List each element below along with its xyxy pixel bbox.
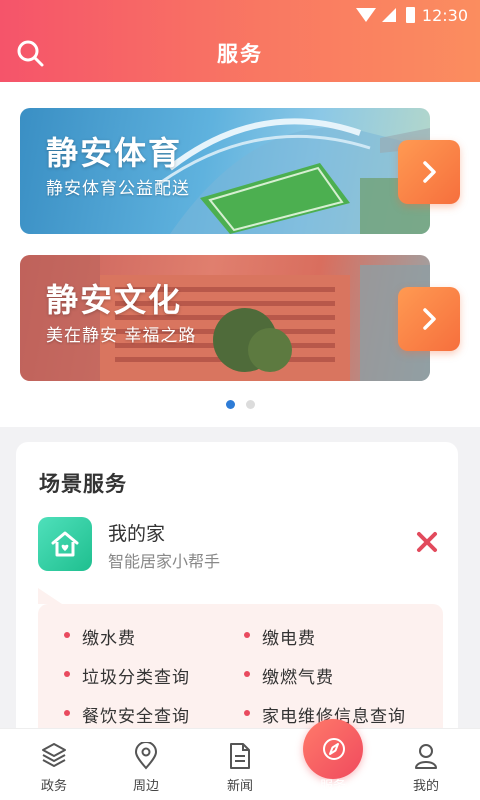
chevron-right-icon	[423, 161, 436, 183]
bullet-icon	[64, 710, 70, 716]
house-icon	[51, 531, 79, 557]
carousel-dot[interactable]	[246, 400, 255, 409]
bullet-icon	[64, 671, 70, 677]
banner-sport-subtitle: 静安体育公益配送	[46, 179, 190, 199]
banner-sport[interactable]: 静安体育 静安体育公益配送	[20, 108, 430, 234]
service-box-pointer	[38, 588, 62, 604]
service-water-fee[interactable]: 缴水费	[64, 624, 234, 649]
tab-government[interactable]: 政务	[6, 729, 102, 800]
status-time: 12:30	[421, 6, 468, 25]
tab-label: 周边	[132, 779, 159, 794]
compass-icon	[323, 738, 345, 760]
banner-culture-subtitle: 美在静安 幸福之路	[46, 326, 197, 346]
banner-sport-arrow-button[interactable]	[398, 140, 460, 204]
service-food-safety-query[interactable]: 餐饮安全查询	[64, 702, 234, 727]
bullet-icon	[244, 710, 250, 716]
tab-label: 政务	[40, 779, 67, 794]
home-app-icon[interactable]	[38, 517, 92, 571]
tab-news[interactable]: 新闻	[192, 729, 288, 800]
location-pin-icon	[134, 742, 158, 770]
close-icon[interactable]	[414, 529, 440, 555]
banner-culture[interactable]: 静安文化 美在静安 幸福之路	[20, 255, 430, 381]
app-header: 12:30 服务	[0, 0, 480, 82]
page-title: 服务	[217, 41, 263, 66]
user-icon	[415, 744, 437, 769]
carousel-dot-active[interactable]	[226, 400, 235, 409]
tab-profile[interactable]: 我的	[378, 729, 474, 800]
layers-icon	[42, 743, 66, 767]
service-gas-fee[interactable]: 缴燃气费	[244, 663, 434, 688]
banner-carousel: 静安体育 静安体育公益配送 静安文化 美在静安 幸福之路	[0, 82, 480, 427]
status-icons	[356, 7, 415, 23]
tab-label: 服务	[319, 779, 346, 794]
status-bar: 12:30	[0, 0, 480, 30]
tab-nearby[interactable]: 周边	[98, 729, 194, 800]
banner-sport-title: 静安体育	[46, 134, 183, 172]
carousel-indicator	[0, 400, 480, 410]
banner-culture-title: 静安文化	[46, 281, 183, 319]
scene-item-name[interactable]: 我的家	[108, 519, 165, 546]
section-title: 场景服务	[39, 471, 127, 496]
service-electricity-fee[interactable]: 缴电费	[244, 624, 434, 649]
bottom-tab-bar: 政务 周边 新闻 服务 我的	[0, 719, 480, 800]
scene-item-desc: 智能居家小帮手	[108, 552, 221, 571]
tab-services[interactable]: 服务	[285, 719, 381, 800]
banner-culture-arrow-button[interactable]	[398, 287, 460, 351]
document-icon	[230, 743, 250, 769]
service-garbage-query[interactable]: 垃圾分类查询	[64, 663, 234, 688]
scene-services-card: 场景服务 我的家 智能居家小帮手 缴水费 缴电费 垃圾分类查询 缴燃气费 餐饮安…	[16, 442, 458, 762]
tab-label: 新闻	[226, 779, 253, 794]
bullet-icon	[64, 632, 70, 638]
bullet-icon	[244, 632, 250, 638]
chevron-right-icon	[423, 308, 436, 330]
tab-label: 我的	[412, 779, 439, 794]
bullet-icon	[244, 671, 250, 677]
